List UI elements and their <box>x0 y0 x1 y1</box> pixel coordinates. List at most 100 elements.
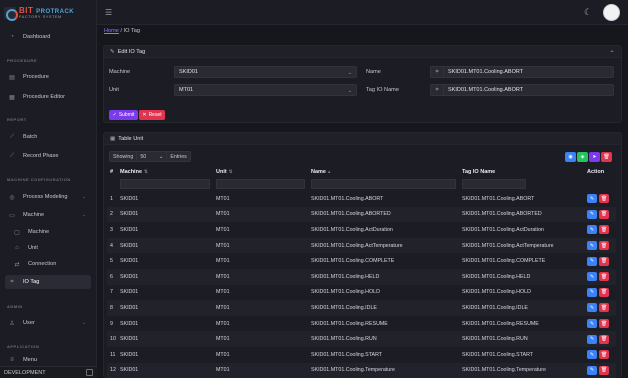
table-row: 7 SKID01 MT01 SKID01.MT01.Cooling.HOLD SKID0… <box>107 284 616 301</box>
name-input[interactable]: SKID01.MT01.Cooling.ABORT <box>444 66 614 78</box>
edit-button[interactable]: ✎ <box>587 365 597 375</box>
edit-button[interactable]: ✎ <box>587 319 597 329</box>
sidebar-item-machine-group[interactable]: ▭ Machine ⌄ <box>5 208 91 222</box>
sidebar-item-connection[interactable]: ⇄ Connection <box>10 257 91 271</box>
column-header-name[interactable]: Name ▴ <box>308 166 459 177</box>
hamburger-menu-icon[interactable]: ☰ <box>105 8 112 17</box>
sidebar-item-process-modeling[interactable]: ◎ Process Modeling ⌄ <box>5 190 91 204</box>
delete-button[interactable]: 🗑 <box>599 256 609 266</box>
reset-button[interactable]: ✕ Reset <box>139 110 165 120</box>
unit-select[interactable]: MT01 ⌄ <box>174 84 357 96</box>
sidebar-item-batch[interactable]: ⟋ Batch <box>5 130 91 144</box>
unit-cell: MT01 <box>213 191 308 207</box>
dark-mode-toggle-icon[interactable]: ☾ <box>584 7 592 18</box>
table-row: 4 SKID01 MT01 SKID01.MT01.Cooling.ActTemper… <box>107 237 616 254</box>
sidebar-item-io-tag[interactable]: ⌗ IO Tag <box>5 275 91 289</box>
layers-icon: ◈ <box>580 154 585 160</box>
row-index-cell: 5 <box>107 253 117 269</box>
delete-button[interactable]: 🗑 <box>599 350 609 360</box>
edit-button[interactable]: ✎ <box>587 350 597 360</box>
search-icon: ◉ <box>568 154 573 160</box>
delete-button[interactable]: 🗑 <box>599 334 609 344</box>
delete-button[interactable]: 🗑 <box>599 319 609 329</box>
unit-cell: MT01 <box>213 237 308 254</box>
name-cell: SKID01.MT01.Cooling.ActDuration <box>308 222 459 238</box>
tag-io-name-field[interactable]: ⌗ SKID01.MT01.Cooling.ABORT <box>430 84 614 96</box>
sidebar-item-machine[interactable]: ▢ Machine <box>10 225 91 239</box>
row-index-cell: 7 <box>107 284 117 301</box>
edit-button[interactable]: ✎ <box>587 287 597 297</box>
breadcrumb-home-link[interactable]: Home <box>104 28 119 34</box>
name-field[interactable]: ⌗ SKID01.MT01.Cooling.ABORT <box>430 66 614 78</box>
name-filter-input[interactable] <box>311 179 456 189</box>
delete-button[interactable]: 🗑 <box>599 272 609 282</box>
name-cell: SKID01.MT01.Cooling.HOLD <box>308 284 459 301</box>
sidebar-section-admin: ADMIN <box>7 304 23 309</box>
action-cell: ✎ 🗑 <box>584 191 616 207</box>
row-index-cell: 10 <box>107 331 117 347</box>
sidebar-item-user[interactable]: ♙ User ⌄ <box>5 316 91 330</box>
sidebar-item-procedure[interactable]: ▤ Procedure <box>5 70 91 84</box>
unit-label: Unit <box>109 87 119 93</box>
edit-button[interactable]: ✎ <box>587 225 597 235</box>
sidebar-item-unit[interactable]: ⌂ Unit <box>10 241 91 255</box>
connection-icon: ⇄ <box>14 261 20 268</box>
delete-button[interactable]: 🗑 <box>599 209 609 219</box>
unit-filter-input[interactable] <box>216 179 305 189</box>
edit-button[interactable]: ✎ <box>587 272 597 282</box>
search-button[interactable]: ◉ <box>565 152 576 162</box>
column-header-tag-io-name[interactable]: Tag IO Name <box>459 166 584 177</box>
sidebar-item-menu[interactable]: ≡ Menu <box>5 355 91 364</box>
delete-button[interactable]: 🗑 <box>599 225 609 235</box>
edit-button[interactable]: ✎ <box>587 209 597 219</box>
row-index-cell: 8 <box>107 300 117 316</box>
delete-button[interactable]: 🗑 <box>599 194 609 204</box>
send-button[interactable]: ➤ <box>589 152 600 162</box>
unit-cell: MT01 <box>213 300 308 316</box>
collapse-sidebar-icon[interactable] <box>86 369 93 376</box>
machine-select[interactable]: SKID01 ⌄ <box>174 66 357 78</box>
menu-icon: ≡ <box>10 356 14 363</box>
sidebar-item-dashboard[interactable]: ◔ Dashboard <box>5 30 91 44</box>
delete-button[interactable]: 🗑 <box>599 365 609 375</box>
collapse-card-icon[interactable]: ⏶ <box>610 49 614 55</box>
edit-button[interactable]: ✎ <box>587 241 597 251</box>
page-size-select[interactable]: 50 ⌄ <box>137 151 168 162</box>
sidebar-item-label: Machine <box>23 212 45 218</box>
app-logo[interactable]: BIT PROTRACK FACTORY SYSTEM <box>4 4 84 22</box>
delete-button[interactable]: 🗑 <box>599 241 609 251</box>
delete-button[interactable]: 🗑 <box>599 303 609 313</box>
tag-io-name-cell: SKID01.MT01.Cooling.ABORT <box>459 191 584 207</box>
row-index-cell: 1 <box>107 191 117 207</box>
unit-cell: MT01 <box>213 284 308 301</box>
delete-button[interactable]: 🗑 <box>599 287 609 297</box>
action-cell: ✎ 🗑 <box>584 331 616 347</box>
name-cell: SKID01.MT01.Cooling.ActTemperature <box>308 237 459 254</box>
tag-io-name-filter-input[interactable] <box>462 179 526 189</box>
edit-button[interactable]: ✎ <box>587 256 597 266</box>
name-cell: SKID01.MT01.Cooling.RESUME <box>308 315 459 332</box>
export-button[interactable]: ◈ <box>577 152 588 162</box>
edit-button[interactable]: ✎ <box>587 334 597 344</box>
name-cell: SKID01.MT01.Cooling.ABORT <box>308 191 459 207</box>
machine-filter-input[interactable] <box>120 179 210 189</box>
delete-all-button[interactable]: 🗑 <box>601 152 612 162</box>
logo-text-bit: BIT <box>19 5 34 15</box>
column-header-index: # <box>110 168 114 175</box>
unit-cell: MT01 <box>213 206 308 223</box>
trash-icon: 🗑 <box>603 154 610 160</box>
table-row: 2 SKID01 MT01 SKID01.MT01.Cooling.ABORTED SK… <box>107 206 616 223</box>
edit-button[interactable]: ✎ <box>587 303 597 313</box>
sidebar-item-label: Dashboard <box>23 34 51 40</box>
column-header-unit[interactable]: Unit ⇅ <box>213 166 308 177</box>
sidebar-item-procedure-editor[interactable]: ▦ Procedure Editor <box>5 90 91 104</box>
avatar[interactable] <box>603 4 620 21</box>
entries-label: Entries <box>167 151 191 162</box>
edit-button[interactable]: ✎ <box>587 194 597 204</box>
submit-button[interactable]: ✓ Submit <box>109 110 138 120</box>
sidebar-item-record-phase[interactable]: ⟋ Record Phase <box>5 149 91 163</box>
tag-io-name-cell: SKID01.MT01.Cooling.START <box>459 346 584 363</box>
tag-io-name-input[interactable]: SKID01.MT01.Cooling.ABORT <box>444 84 614 96</box>
chart-line-icon: ⟋ <box>9 152 15 159</box>
column-header-machine[interactable]: Machine ⇅ <box>117 166 213 177</box>
